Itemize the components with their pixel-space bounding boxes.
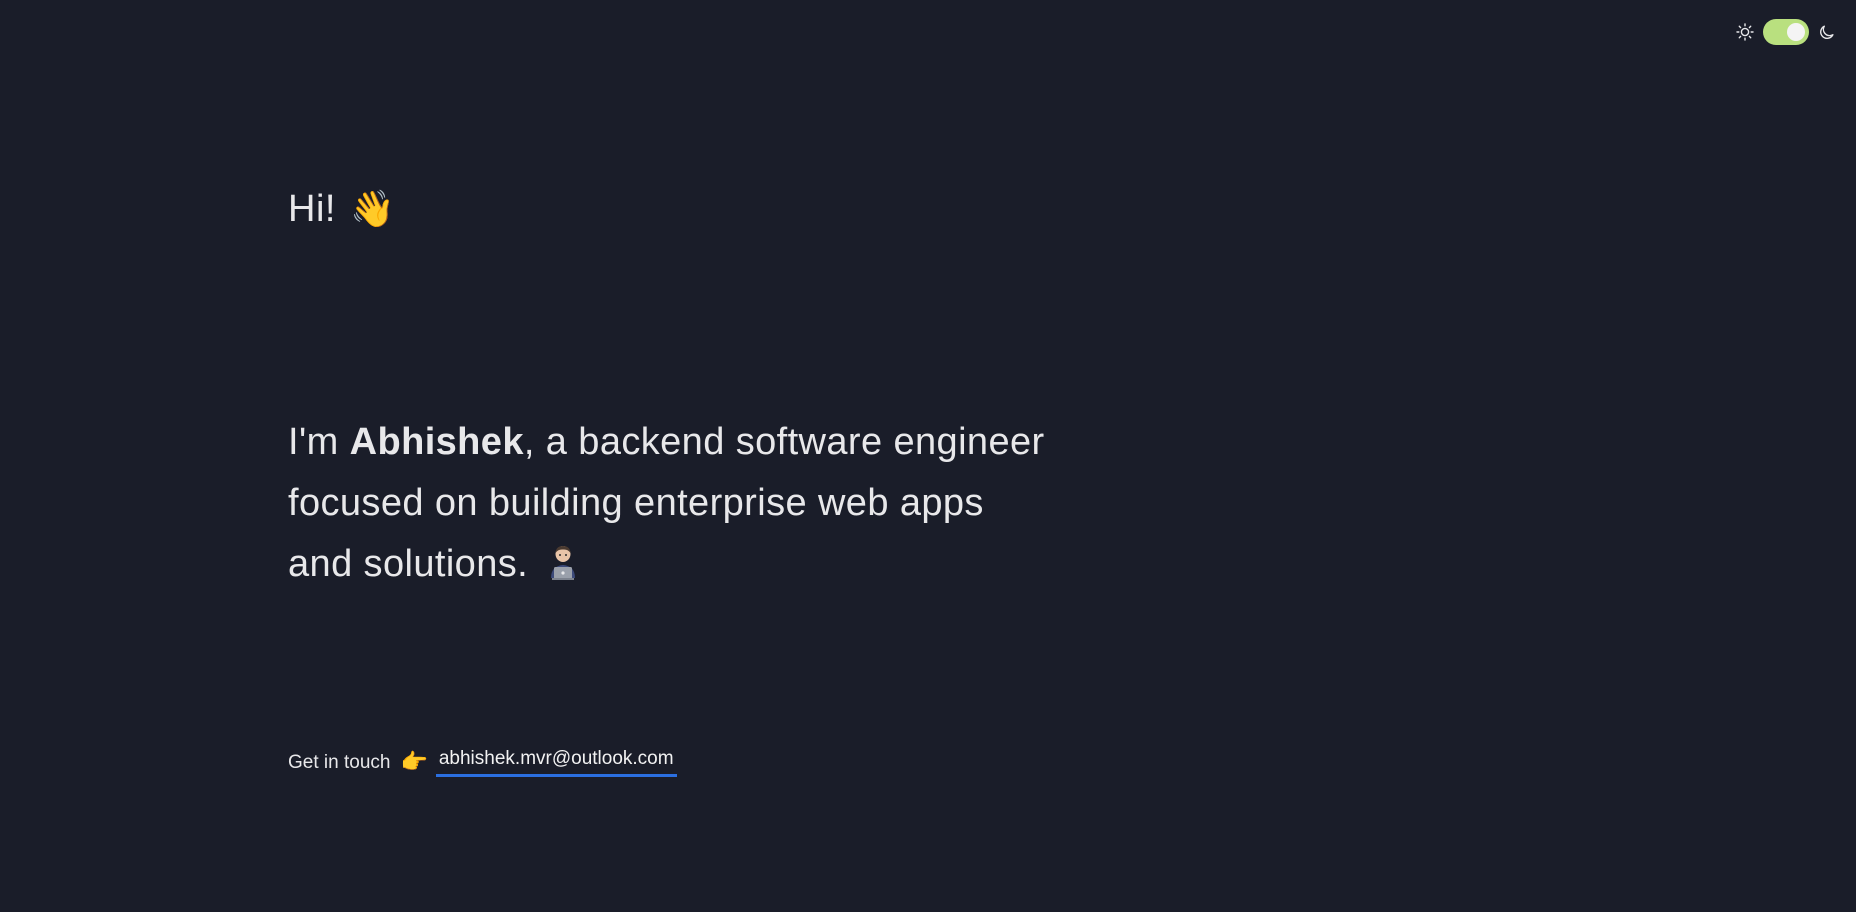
email-link[interactable]: abhishek.mvr@outlook.com <box>435 748 677 777</box>
greeting-text: Hi! <box>288 188 336 230</box>
toggle-knob <box>1787 23 1805 41</box>
page: Hi! 👋 I'm Abhishek, a backend software en… <box>0 0 1856 912</box>
author-name: Abhishek <box>349 421 524 463</box>
contact-label: Get in touch <box>288 751 391 773</box>
contact-row: Get in touch 👉 abhishek.mvr@outlook.com <box>288 748 677 777</box>
theme-switch[interactable] <box>1736 19 1836 45</box>
technologist-icon <box>551 546 576 580</box>
intro-prefix: I'm <box>288 421 350 463</box>
pointing-right-icon: 👉 <box>400 750 428 775</box>
greeting-heading: Hi! 👋 <box>288 188 395 231</box>
waving-hand-icon: 👋 <box>349 189 396 230</box>
sun-icon[interactable] <box>1736 23 1754 41</box>
moon-icon[interactable] <box>1818 23 1836 41</box>
intro-paragraph: I'm Abhishek, a backend software enginee… <box>288 412 1048 595</box>
theme-toggle[interactable] <box>1763 19 1809 45</box>
